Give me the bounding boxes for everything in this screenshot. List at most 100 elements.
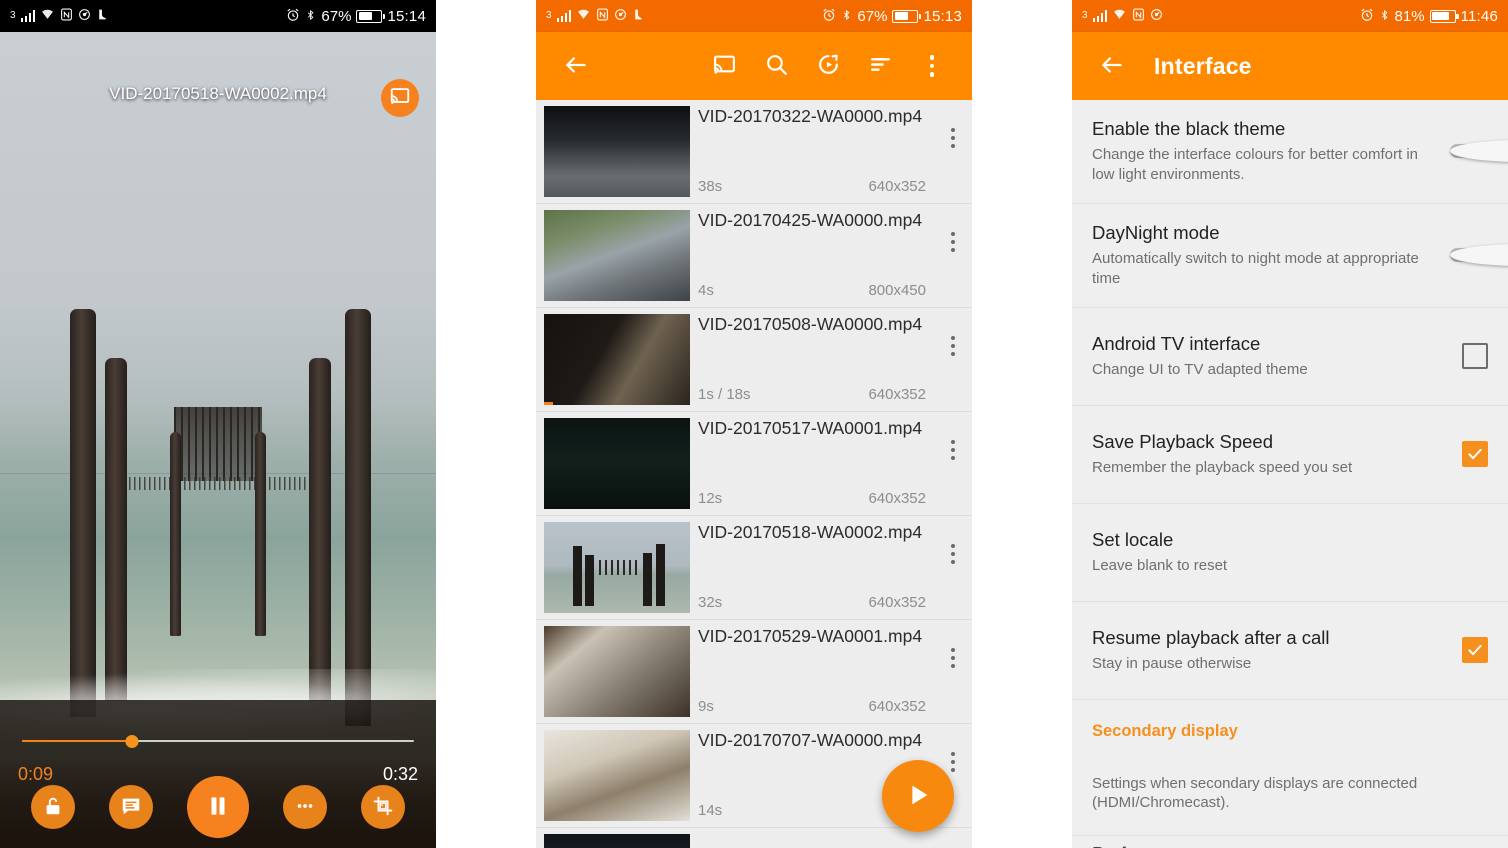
video-thumbnail[interactable] (544, 522, 690, 613)
network-type-label: 3 (10, 10, 16, 21)
more-options-button[interactable] (283, 785, 327, 829)
settings-row[interactable]: Resume playback after a call Stay in paus… (1072, 601, 1508, 700)
aspect-ratio-button[interactable] (361, 785, 405, 829)
video-list[interactable]: VID-20170322-WA0000.mp4 38s 640x352 VID-201… (536, 100, 972, 848)
data-saver-icon (78, 8, 91, 24)
video-thumbnail[interactable] (544, 418, 690, 509)
battery-icon (356, 9, 386, 23)
subtitle-button[interactable] (109, 785, 153, 829)
more-vertical-icon (951, 648, 955, 668)
video-overflow-button[interactable] (934, 626, 972, 717)
signal-bars-icon (20, 10, 36, 22)
settings-summary-label: Leave blank to reset (1092, 556, 1228, 574)
piling-2 (104, 358, 127, 702)
settings-text: DayNight mode Automatically switch to nig… (1092, 222, 1442, 289)
play-pause-button[interactable] (187, 776, 249, 838)
settings-row[interactable]: Set locale Leave blank to reset (1072, 503, 1508, 602)
video-overflow-button[interactable] (934, 210, 972, 301)
battery-percent-label: 67% (321, 7, 352, 25)
back-button[interactable] (1086, 40, 1138, 92)
wifi-icon (40, 8, 55, 24)
piling-3 (170, 431, 182, 636)
settings-checkbox-unchecked[interactable] (1462, 343, 1488, 370)
settings-category-description-row[interactable]: Settings when secondary displays are con… (1072, 746, 1508, 837)
settings-summary-label: Remember the playback speed you set (1092, 458, 1353, 476)
settings-toolbar: Interface (1072, 32, 1508, 100)
cast-button[interactable] (381, 79, 419, 117)
video-overflow-button[interactable] (934, 106, 972, 197)
clock-label: 11:46 (1460, 7, 1498, 25)
settings-next-category-label: Preferences (1092, 843, 1192, 848)
video-list-item[interactable]: VID-20170508-WA0000.mp4 1s / 18s 640x352 (536, 308, 972, 412)
video-list-item[interactable]: VID-20170518-WA0002.mp4 32s 640x352 (536, 516, 972, 620)
cast-button[interactable] (698, 40, 750, 92)
video-overflow-button[interactable] (934, 522, 972, 613)
video-title-label: VID-20170518-WA0002.mp4 (109, 84, 327, 103)
more-vertical-icon (951, 752, 955, 772)
video-surface[interactable]: VID-20170518-WA0002.mp4 0:09 0:32 (0, 32, 436, 848)
boot-icon (96, 8, 109, 24)
lock-button[interactable] (31, 785, 75, 829)
play-fab[interactable] (882, 760, 954, 832)
video-resolution-label: 640x352 (868, 698, 926, 715)
data-saver-icon (614, 8, 627, 24)
settings-switch[interactable] (1442, 139, 1508, 163)
video-list-item[interactable] (536, 828, 972, 848)
video-list-item[interactable]: VID-20170322-WA0000.mp4 38s 640x352 (536, 100, 972, 204)
more-vertical-icon (951, 128, 955, 148)
pier-ruin-silhouette (174, 407, 262, 481)
settings-row[interactable]: Enable the black theme Change the interfa… (1072, 100, 1508, 204)
settings-row[interactable]: Save Playback Speed Remember the playback… (1072, 405, 1508, 504)
video-thumbnail[interactable] (544, 106, 690, 197)
seek-thumb[interactable] (125, 735, 139, 748)
data-saver-icon (1150, 8, 1163, 24)
video-overflow-button[interactable] (934, 314, 972, 405)
video-thumbnail[interactable] (544, 210, 690, 301)
search-icon (764, 52, 789, 80)
settings-checkbox-checked[interactable] (1462, 637, 1488, 664)
wifi-icon (1112, 8, 1127, 24)
video-resolution-label: 800x450 (868, 282, 926, 299)
video-list-item[interactable]: VID-20170425-WA0000.mp4 4s 800x450 (536, 204, 972, 308)
video-thumbnail[interactable] (544, 626, 690, 717)
video-list-item[interactable]: VID-20170529-WA0001.mp4 9s 640x352 (536, 620, 972, 724)
settings-text: Android TV interface Change UI to TV adap… (1092, 333, 1462, 380)
settings-row[interactable]: Android TV interface Change UI to TV adap… (1072, 307, 1508, 406)
sort-button[interactable] (854, 40, 906, 92)
settings-category-label: Secondary display (1092, 721, 1238, 740)
battery-icon (1429, 9, 1459, 23)
video-metadata: VID-20170322-WA0000.mp4 38s 640x352 (690, 106, 934, 197)
video-overflow-button[interactable] (934, 418, 972, 509)
settings-summary-label: Change the interface colours for better … (1092, 146, 1419, 183)
seek-progress (22, 740, 132, 742)
pause-icon (205, 793, 231, 822)
status-bar-left: 3 (546, 8, 645, 24)
settings-row[interactable]: DayNight mode Automatically switch to nig… (1072, 203, 1508, 308)
settings-switch[interactable] (1442, 243, 1508, 267)
settings-checkbox-checked[interactable] (1462, 441, 1488, 468)
settings-text: Resume playback after a call Stay in paus… (1092, 627, 1462, 674)
video-thumbnail[interactable] (544, 730, 690, 821)
seek-bar[interactable] (22, 734, 414, 748)
wifi-icon (576, 8, 591, 24)
video-thumbnail[interactable] (544, 314, 690, 405)
history-button[interactable] (802, 40, 854, 92)
clock-label: 15:13 (923, 7, 962, 25)
settings-summary-label: Change UI to TV adapted theme (1092, 360, 1308, 378)
piling-6 (344, 309, 371, 726)
video-subinfo: 4s 800x450 (698, 282, 926, 301)
settings-panel: 3 81% 11:46 Interface Enable the black t… (1072, 0, 1508, 848)
video-name-label: VID-20170425-WA0000.mp4 (698, 210, 923, 230)
overflow-menu-button[interactable] (906, 40, 958, 92)
video-list-panel: 3 67% 15:13 VID-20170322-WA0000.mp4 38s … (536, 0, 972, 848)
video-subinfo: 32s 640x352 (698, 594, 926, 613)
video-thumbnail[interactable] (544, 834, 690, 848)
bluetooth-icon (305, 8, 316, 25)
settings-category-summary-label: Settings when secondary displays are con… (1092, 774, 1418, 812)
settings-list[interactable]: Enable the black theme Change the interfa… (1072, 100, 1508, 848)
video-resolution-label: 640x352 (868, 594, 926, 611)
video-list-item[interactable]: VID-20170517-WA0001.mp4 12s 640x352 (536, 412, 972, 516)
search-button[interactable] (750, 40, 802, 92)
settings-title-label: Android TV interface (1092, 332, 1261, 354)
back-button[interactable] (550, 40, 602, 92)
